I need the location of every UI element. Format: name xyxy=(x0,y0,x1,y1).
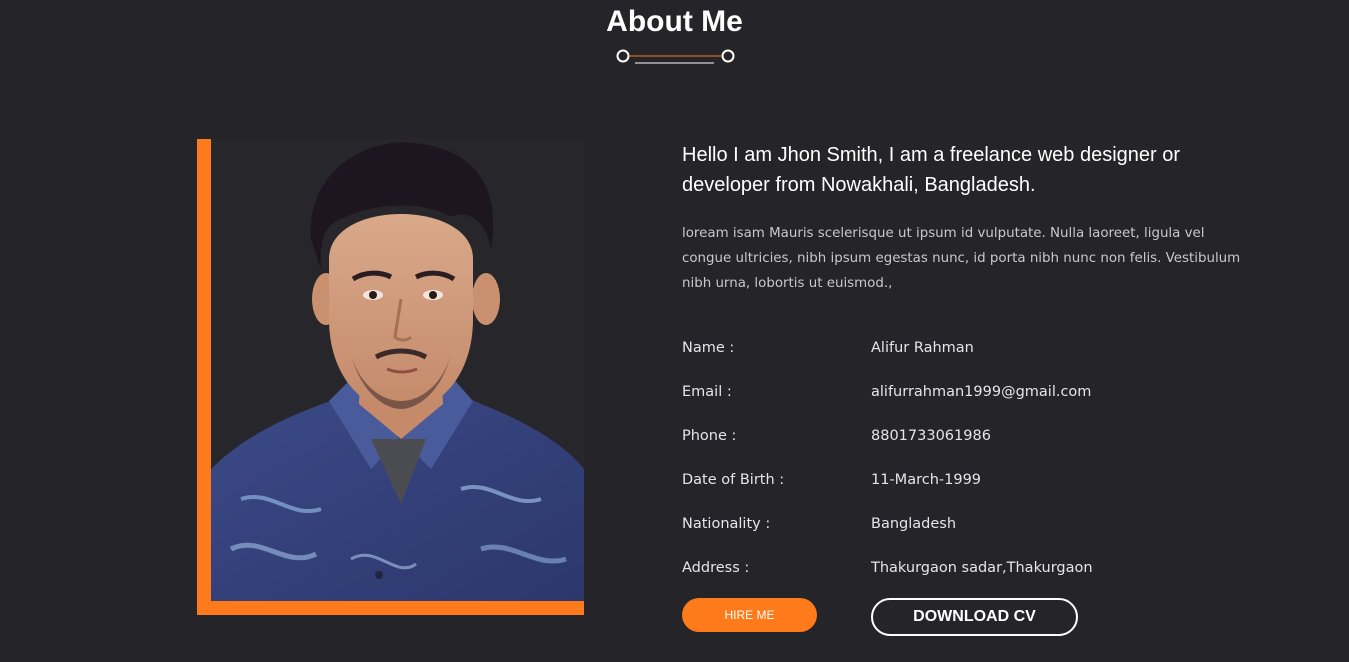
profile-photo-frame xyxy=(197,139,584,615)
info-row-dob: Date of Birth : 11-March-1999 xyxy=(682,468,1242,492)
section-title: About Me xyxy=(606,5,743,38)
info-row-email: Email : alifurrahman1999@gmail.com xyxy=(682,380,1242,404)
info-value: 11-March-1999 xyxy=(871,472,982,488)
intro-heading: Hello I am Jhon Smith, I am a freelance … xyxy=(682,144,1181,196)
info-value: Bangladesh xyxy=(871,516,957,532)
title-divider-icon xyxy=(616,49,735,64)
info-label: Email : xyxy=(682,384,732,400)
info-value: 8801733061986 xyxy=(871,428,991,444)
info-value: alifurrahman1999@gmail.com xyxy=(871,384,1092,400)
frame-accent-bottom xyxy=(197,601,584,615)
portrait-illustration xyxy=(211,139,584,601)
info-label: Date of Birth : xyxy=(682,472,785,488)
info-label: Address : xyxy=(682,560,750,576)
profile-photo xyxy=(211,139,584,601)
info-row-address: Address : Thakurgaon sadar,Thakurgaon xyxy=(682,556,1242,580)
info-value: Alifur Rahman xyxy=(871,340,974,356)
info-label: Nationality : xyxy=(682,516,771,532)
bio-paragraph: loream isam Mauris scelerisque ut ipsum … xyxy=(682,226,1241,291)
info-value: Thakurgaon sadar,Thakurgaon xyxy=(871,560,1093,576)
hire-me-button[interactable]: HIRE ME xyxy=(682,598,817,632)
info-label: Name : xyxy=(682,340,735,356)
info-row-phone: Phone : 8801733061986 xyxy=(682,424,1242,448)
info-row-name: Name : Alifur Rahman xyxy=(682,336,1242,360)
info-label: Phone : xyxy=(682,428,737,444)
about-section: About Me Hello I am Jhon Smith, I am a f… xyxy=(0,0,1349,662)
info-row-nationality: Nationality : Bangladesh xyxy=(682,512,1242,536)
download-cv-button[interactable]: DOWNLOAD CV xyxy=(871,598,1078,636)
frame-accent-left xyxy=(197,139,211,615)
